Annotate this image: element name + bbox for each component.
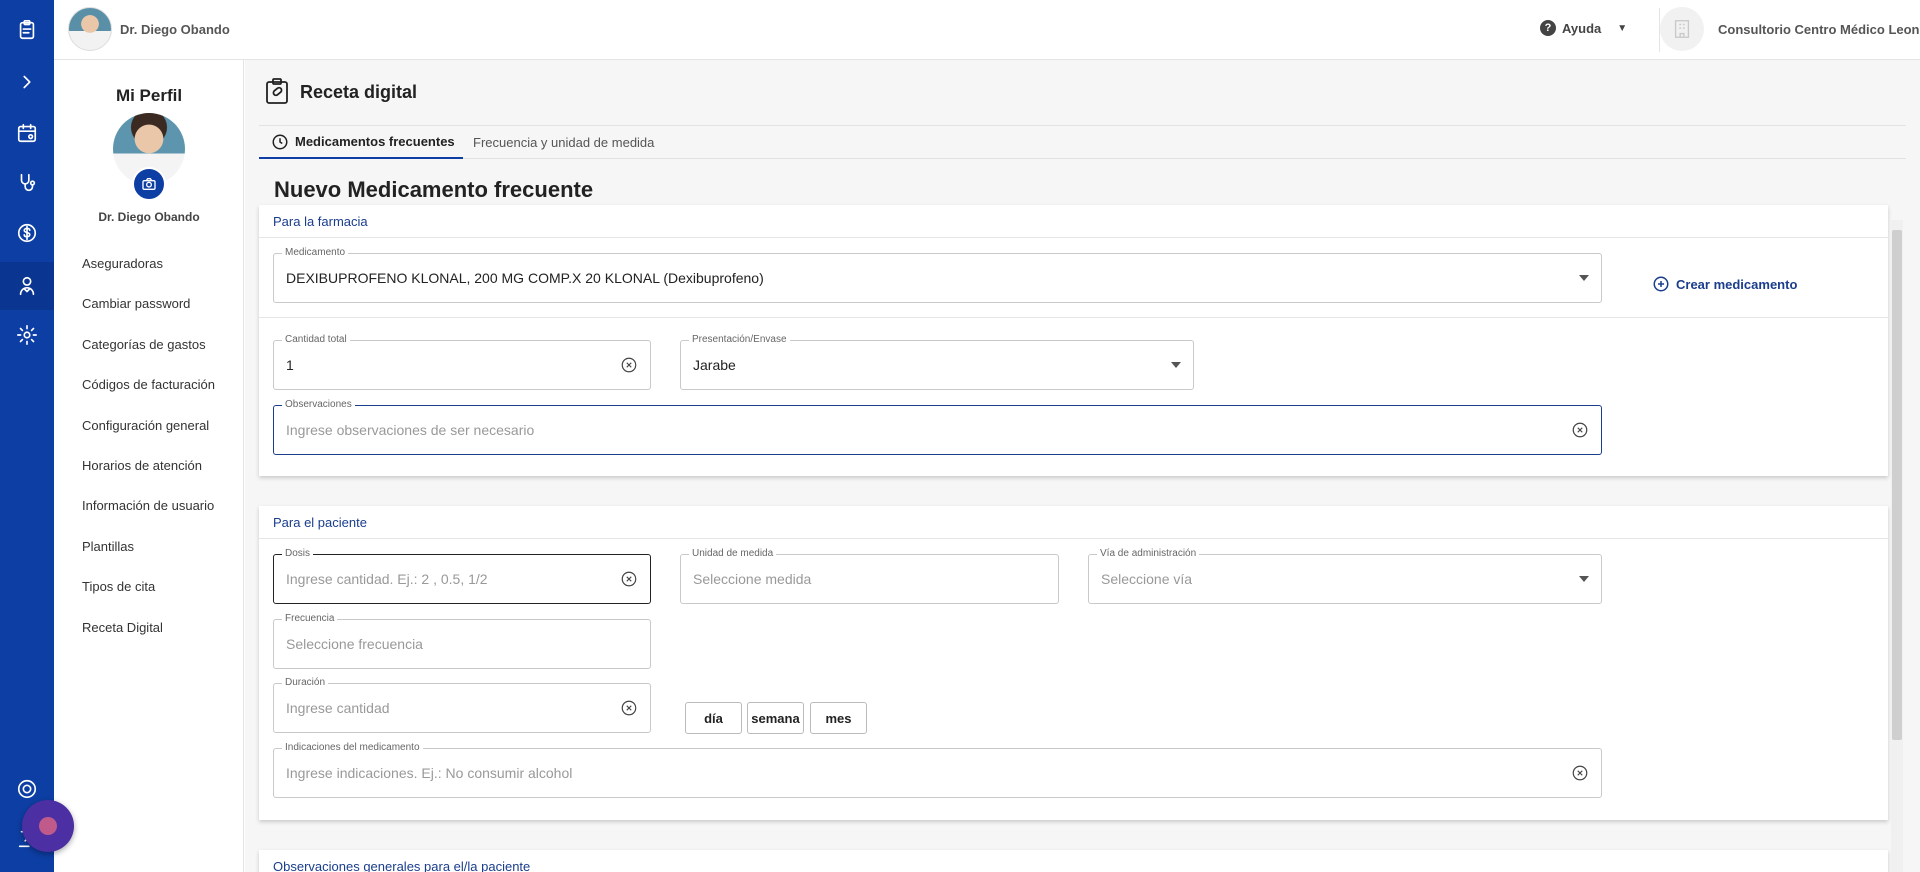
doctor-icon[interactable] <box>12 271 42 301</box>
frecuencia-placeholder: Seleccione frecuencia <box>286 636 423 652</box>
building-icon <box>1674 20 1690 38</box>
clear-icon[interactable] <box>620 699 638 717</box>
clear-icon[interactable] <box>620 570 638 588</box>
dropdown-arrow-icon <box>1579 576 1589 582</box>
plus-circle-icon <box>1653 276 1669 292</box>
clinic-name[interactable]: Consultorio Centro Médico Leon <box>1718 22 1920 37</box>
help-label: Ayuda <box>1562 20 1602 36</box>
menu-item-cambiar-password[interactable]: Cambiar password <box>82 296 215 336</box>
cantidad-value: 1 <box>286 357 294 373</box>
clinic-logo[interactable] <box>1660 7 1704 51</box>
presentacion-value: Jarabe <box>693 357 736 373</box>
medicamento-select[interactable]: Medicamento DEXIBUPROFENO KLONAL, 200 MG… <box>273 247 1602 303</box>
chevron-right-icon[interactable] <box>12 67 42 97</box>
menu-item-configuracion-general[interactable]: Configuración general <box>82 418 215 458</box>
dropdown-arrow-icon <box>1171 362 1181 368</box>
via-administracion-select[interactable]: Vía de administración Seleccione vía <box>1088 548 1602 604</box>
gear-icon[interactable] <box>12 320 42 350</box>
tab-frecuencia-unidad[interactable]: Frecuencia y unidad de medida <box>473 126 654 159</box>
menu-item-tipos-cita[interactable]: Tipos de cita <box>82 579 215 619</box>
dollar-icon[interactable] <box>12 218 42 248</box>
caret-down-icon: ▼ <box>1617 22 1628 34</box>
divider <box>259 317 1888 318</box>
duracion-mes-button[interactable]: mes <box>810 702 867 734</box>
crear-medicamento-button[interactable]: Crear medicamento <box>1652 275 1797 293</box>
unidad-placeholder: Seleccione medida <box>693 571 812 587</box>
duracion-input[interactable]: Duración Ingrese cantidad <box>273 677 651 733</box>
paciente-header: Para el paciente <box>259 506 1888 539</box>
clipboard-icon[interactable] <box>12 15 42 45</box>
top-user-name: Dr. Diego Obando <box>120 22 230 37</box>
menu-item-categorias-gastos[interactable]: Categorías de gastos <box>82 337 215 377</box>
generales-header: Observaciones generales para el/la pacie… <box>273 859 531 872</box>
dosis-input[interactable]: Dosis Ingrese cantidad. Ej.: 2 , 0.5, 1/… <box>273 548 651 604</box>
clear-icon[interactable] <box>620 356 638 374</box>
clock-icon <box>272 134 288 149</box>
profile-panel: Mi Perfil Dr. Diego Obando Aseguradoras … <box>54 60 244 872</box>
dosis-placeholder: Ingrese cantidad. Ej.: 2 , 0.5, 1/2 <box>286 571 488 587</box>
left-rail <box>0 0 74 872</box>
indicaciones-input[interactable]: Indicaciones del medicamento Ingrese ind… <box>273 742 1602 798</box>
paciente-card: Para el paciente Dosis Ingrese cantidad.… <box>259 506 1888 820</box>
menu-item-horarios-atencion[interactable]: Horarios de atención <box>82 458 215 498</box>
duracion-placeholder: Ingrese cantidad <box>286 700 390 716</box>
duracion-dia-button[interactable]: día <box>685 702 742 734</box>
tab-label: Medicamentos frecuentes <box>295 134 455 149</box>
section-title: Nuevo Medicamento frecuente <box>274 177 594 202</box>
duracion-semana-button[interactable]: semana <box>747 702 804 734</box>
menu-item-informacion-usuario[interactable]: Información de usuario <box>82 498 215 538</box>
help-icon: ? <box>1540 20 1556 36</box>
indicaciones-placeholder: Ingrese indicaciones. Ej.: No consumir a… <box>286 765 573 781</box>
tab-medicamentos-frecuentes[interactable]: Medicamentos frecuentes <box>259 126 463 159</box>
chat-dot-icon <box>39 817 57 835</box>
clear-icon[interactable] <box>1571 764 1589 782</box>
menu-item-codigos-facturacion[interactable]: Códigos de facturación <box>82 377 215 417</box>
profile-name: Dr. Diego Obando <box>98 210 200 224</box>
prescription-icon <box>263 77 291 105</box>
observaciones-input[interactable]: Observaciones Ingrese observaciones de s… <box>273 399 1602 455</box>
help-menu[interactable]: ? Ayuda ▼ <box>1540 20 1627 36</box>
page-title: Receta digital <box>300 82 418 102</box>
profile-title: Mi Perfil <box>115 86 183 105</box>
crear-medicamento-label: Crear medicamento <box>1676 276 1798 292</box>
scrollbar[interactable] <box>1891 220 1903 872</box>
top-bar: Dr. Diego Obando ? Ayuda ▼ Consultorio C… <box>54 0 1920 60</box>
generales-card: Observaciones generales para el/la pacie… <box>259 850 1888 872</box>
chat-bubble-button[interactable] <box>22 800 74 852</box>
profile-menu: Aseguradoras Cambiar password Categorías… <box>82 256 215 660</box>
medicamento-value: DEXIBUPROFENO KLONAL, 200 MG COMP.X 20 K… <box>286 270 764 286</box>
main-content: Receta digital Medicamentos frecuentes F… <box>245 60 1920 872</box>
dropdown-arrow-icon <box>1579 275 1589 281</box>
clear-icon[interactable] <box>1571 421 1589 439</box>
cantidad-total-input[interactable]: Cantidad total 1 <box>273 334 651 390</box>
presentacion-select[interactable]: Presentación/Envase Jarabe <box>680 334 1194 390</box>
user-avatar[interactable] <box>68 7 112 51</box>
menu-item-receta-digital[interactable]: Receta Digital <box>82 620 215 660</box>
observaciones-placeholder: Ingrese observaciones de ser necesario <box>286 422 535 438</box>
farmacia-header: Para la farmacia <box>259 205 1888 238</box>
support-icon[interactable] <box>12 774 42 804</box>
unidad-medida-input[interactable]: Unidad de medida Seleccione medida <box>680 548 1059 604</box>
calendar-icon[interactable] <box>12 118 42 148</box>
menu-item-plantillas[interactable]: Plantillas <box>82 539 215 579</box>
camera-icon <box>142 178 156 190</box>
change-photo-button[interactable] <box>132 167 166 201</box>
menu-item-aseguradoras[interactable]: Aseguradoras <box>82 256 215 296</box>
frecuencia-input[interactable]: Frecuencia Seleccione frecuencia <box>273 613 651 669</box>
farmacia-card: Para la farmacia Medicamento DEXIBUPROFE… <box>259 205 1888 476</box>
tab-bar: Medicamentos frecuentes Frecuencia y uni… <box>259 125 1906 159</box>
via-placeholder: Seleccione vía <box>1101 571 1193 587</box>
scrollbar-thumb[interactable] <box>1892 230 1902 740</box>
stethoscope-icon[interactable] <box>12 168 42 198</box>
